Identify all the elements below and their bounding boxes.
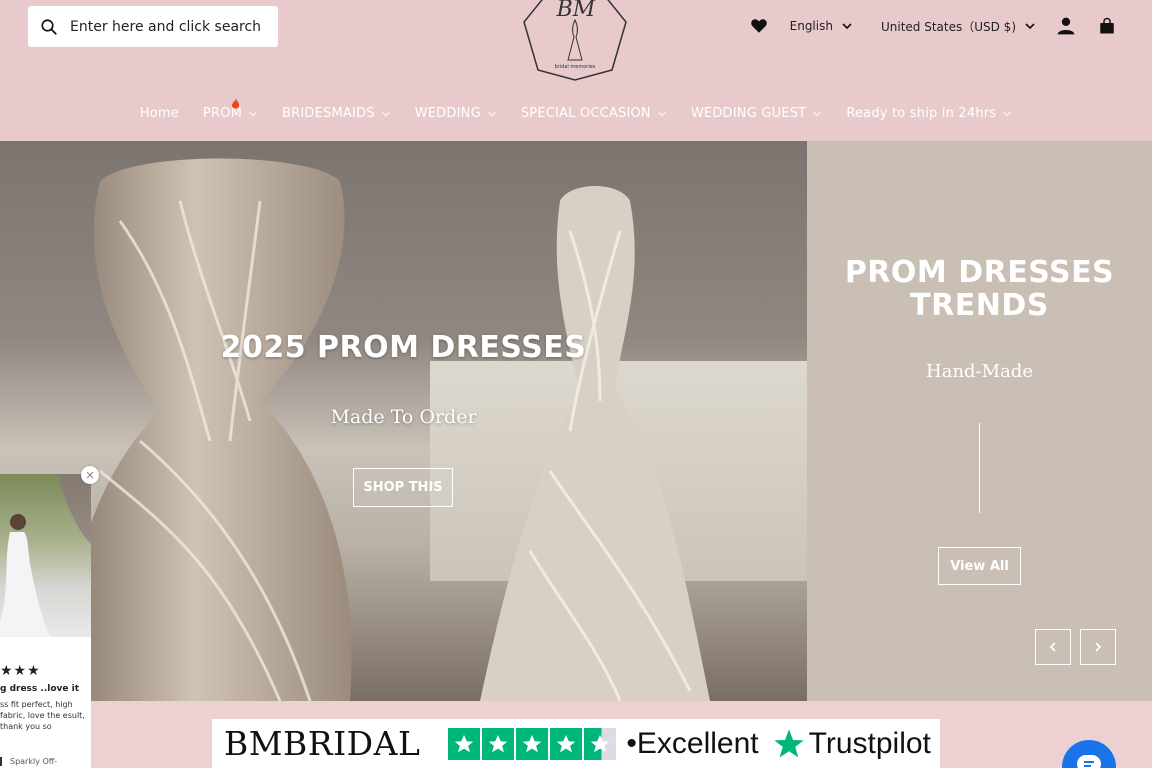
nav-item-prom[interactable]: PROM: [191, 98, 270, 127]
hot-fire-icon: [231, 98, 240, 109]
side-title-line1: PROM DRESSES: [844, 255, 1115, 290]
hero-banner-image[interactable]: 2025 PROM DRESSES Made To Order SHOP THI…: [0, 141, 807, 701]
hero-title: 2025 PROM DRESSES: [220, 330, 587, 365]
carousel-prev-button[interactable]: [1035, 629, 1071, 665]
trust-brand-name: BMBRIDAL: [224, 724, 421, 763]
trustpilot-banner[interactable]: BMBRIDAL •Excellent Trustpilot: [212, 719, 940, 768]
review-title: g dress ..love it: [0, 684, 80, 694]
trust-rating-label: Excellent: [636, 726, 759, 760]
site-header: BM bridal memories English United States…: [0, 0, 1152, 141]
side-panel-subtitle: Hand-Made: [926, 361, 1033, 382]
nav-item-wedding-guest[interactable]: WEDDING GUEST: [679, 100, 834, 127]
brand-logo[interactable]: BM bridal memories: [520, 0, 630, 82]
hero-subtitle: Made To Order: [330, 406, 477, 428]
nav-item-label: WEDDING: [414, 106, 481, 121]
side-panel-title: PROM DRESSES TRENDS: [807, 256, 1152, 322]
nav-item-wedding[interactable]: WEDDING: [403, 100, 509, 127]
nav-item-ready-to-ship[interactable]: Ready to ship in 24hrs: [834, 100, 1024, 127]
currency-label: United States（USD $): [880, 19, 1016, 34]
side-title-line2: TRENDS: [910, 288, 1049, 323]
dress-right-illustration: [480, 186, 710, 701]
chevron-down-icon: [381, 111, 390, 116]
star-icon: [516, 727, 549, 760]
side-divider: [979, 423, 980, 513]
review-photo: [0, 474, 91, 637]
trustpilot-wordmark: Trustpilot: [808, 726, 931, 760]
half-star-icon: [584, 727, 617, 760]
header-utilities: English United States（USD $): [750, 14, 1116, 38]
star-icon: [550, 727, 583, 760]
chevron-down-icon: [488, 111, 496, 116]
language-label: English: [789, 19, 833, 33]
search-input[interactable]: [70, 18, 270, 35]
chevron-down-icon: [813, 111, 822, 116]
chevron-down-icon: [658, 111, 666, 116]
star-icon: [482, 727, 515, 760]
language-selector[interactable]: English: [790, 19, 853, 33]
trust-separator: •: [626, 726, 637, 760]
review-bride-illustration: [0, 474, 91, 637]
nav-item-special-occasion[interactable]: SPECIAL OCCASION: [509, 100, 679, 127]
search-bar[interactable]: [28, 6, 278, 47]
currency-selector[interactable]: United States（USD $): [881, 18, 1036, 35]
trustpilot-star-icon: [773, 728, 804, 757]
main-navigation: Home PROM BRIDESMAIDS WEDDING SPECIAL OC…: [0, 98, 1152, 127]
view-all-button[interactable]: View All: [938, 547, 1021, 585]
chevron-left-icon: [1049, 642, 1056, 652]
chevron-down-icon: [1025, 23, 1035, 30]
nav-item-label: WEDDING GUEST: [690, 106, 807, 121]
nav-item-home[interactable]: Home: [128, 100, 191, 127]
trustpilot-rating-stars: [448, 727, 617, 760]
star-icon: [448, 727, 481, 760]
close-popup-icon[interactable]: ✕: [81, 466, 99, 484]
logo-monogram: BM: [556, 0, 596, 22]
nav-item-label: Ready to ship in 24hrs: [846, 106, 997, 121]
chevron-down-icon: [1003, 111, 1012, 116]
review-stars: ★★★: [0, 663, 41, 679]
live-chat-button[interactable]: [1062, 740, 1116, 768]
review-card: ★★★ g dress ..love it ss fit perfect, hi…: [0, 637, 91, 768]
chevron-right-icon: [1095, 642, 1102, 652]
nav-item-label: SPECIAL OCCASION: [520, 106, 651, 121]
promo-side-panel: PROM DRESSES TRENDS Hand-Made View All: [807, 141, 1152, 701]
shopping-bag-icon[interactable]: [1098, 17, 1116, 35]
nav-item-bridesmaids[interactable]: BRIDESMAIDS: [270, 100, 403, 127]
account-user-icon[interactable]: [1056, 16, 1076, 36]
chevron-down-icon: [249, 111, 257, 116]
wishlist-heart-icon[interactable]: [750, 17, 768, 35]
shop-this-button[interactable]: SHOP THIS: [353, 468, 453, 507]
review-text: ss fit perfect, high fabric, love the es…: [0, 700, 85, 731]
review-popup[interactable]: ✕ ★★★ g dress ..love it ss fit perfect, …: [0, 466, 99, 768]
nav-item-label: Home: [139, 106, 179, 121]
logo-tagline: bridal memories: [555, 64, 596, 70]
nav-item-label: BRIDESMAIDS: [282, 106, 375, 121]
chat-bubble-icon: [1077, 755, 1101, 768]
search-icon[interactable]: [40, 18, 58, 36]
chevron-down-icon: [842, 23, 852, 30]
review-product-name: Sparkly Off-: [0, 757, 57, 766]
carousel-next-button[interactable]: [1080, 629, 1116, 665]
trust-rating-word: •Excellent: [626, 727, 758, 761]
